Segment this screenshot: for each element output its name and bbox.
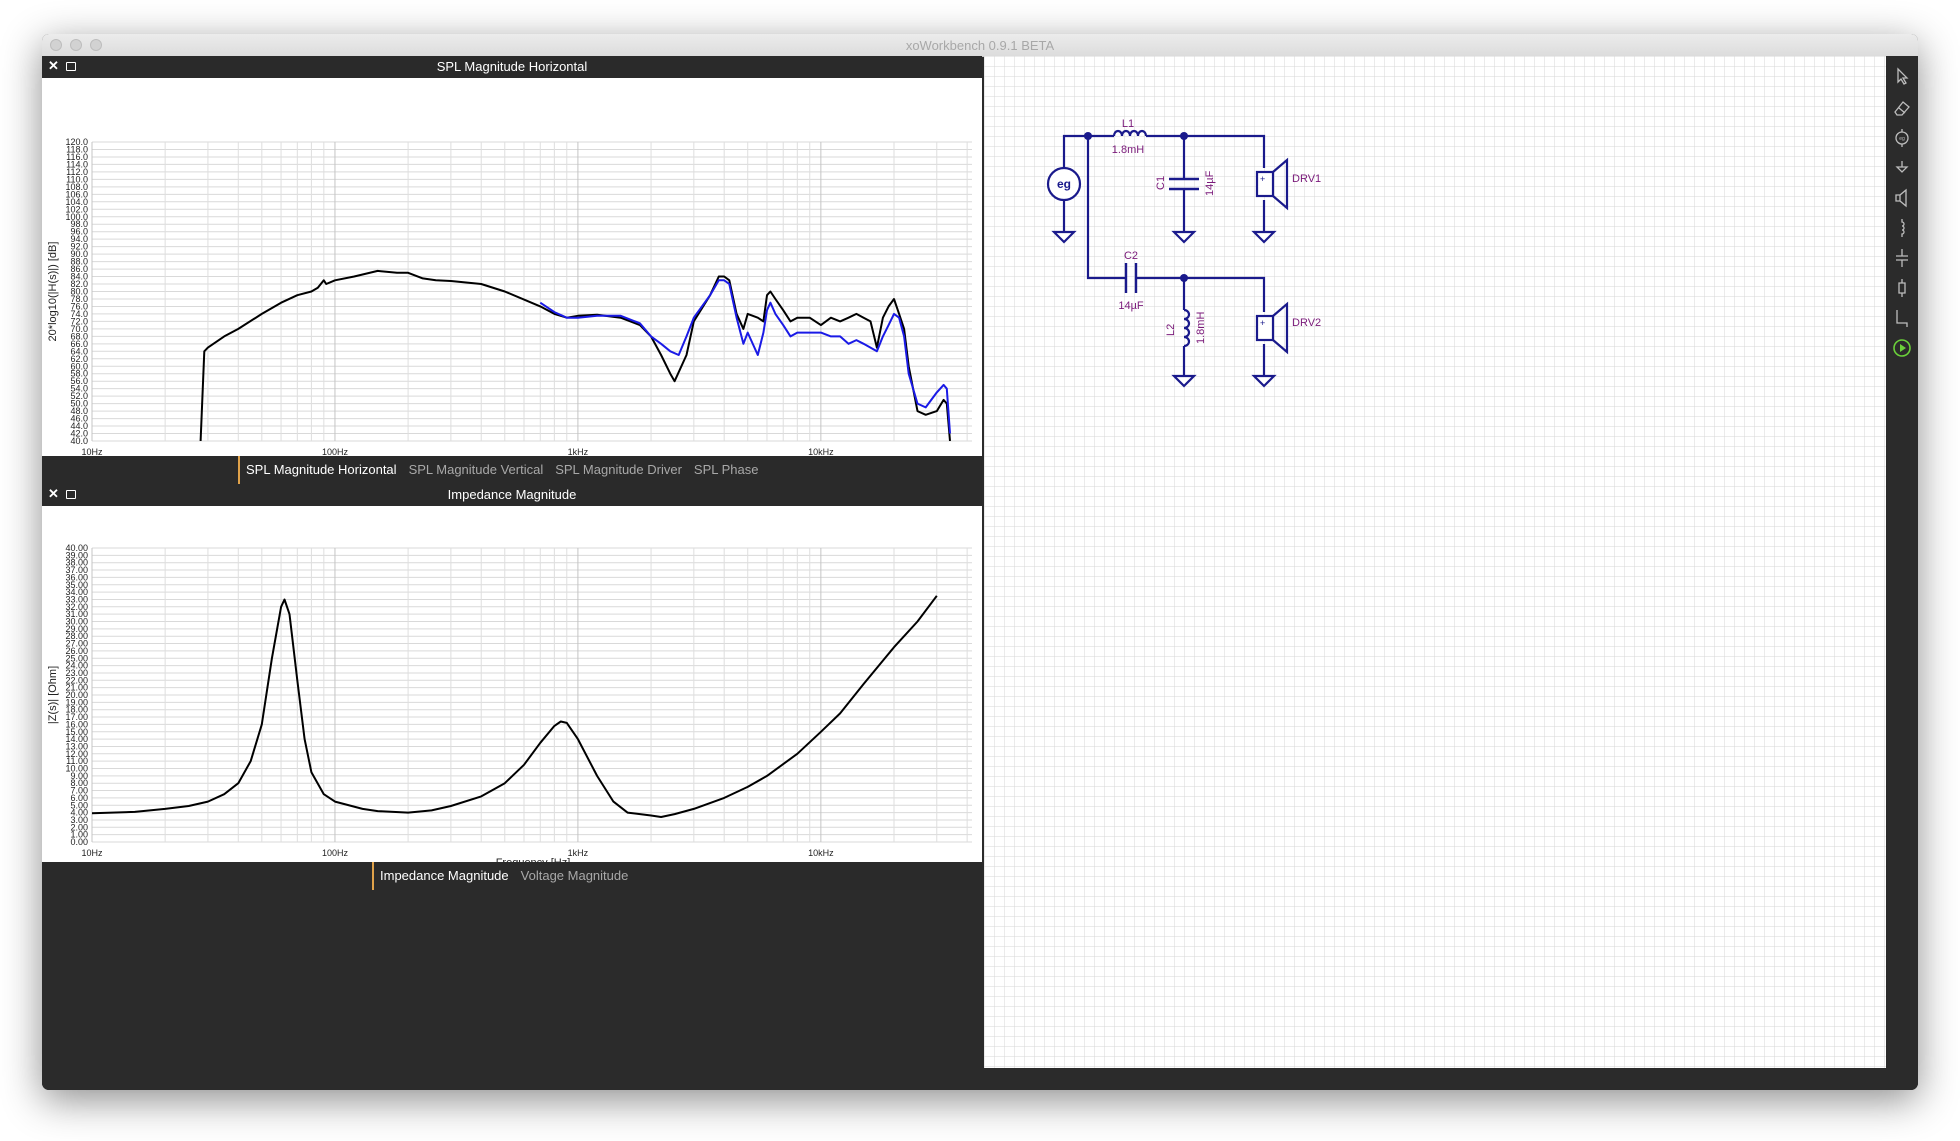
tab-impedance-magnitude[interactable]: Impedance Magnitude: [380, 868, 509, 883]
generator-label: eg: [1057, 177, 1071, 191]
imp-panel-title: Impedance Magnitude: [447, 487, 577, 502]
grid-lines: [91, 141, 972, 442]
wire-icon[interactable]: [1892, 308, 1912, 328]
speaker-icon[interactable]: [1892, 188, 1912, 208]
app-window: xoWorkbench 0.9.1 BETA ✕ SPL Magnitude H…: [42, 34, 1918, 1090]
generator-eg[interactable]: eg: [1046, 166, 1082, 202]
status-bar: [984, 1068, 1886, 1090]
tab-spl-phase[interactable]: SPL Phase: [694, 462, 759, 477]
drv1-label: DRV1: [1292, 173, 1321, 185]
impedance-plot-area[interactable]: 0.00 1.00 2.00 3.00 4.00 5.00 6.00 7.00 8.00 9.00…: [42, 506, 982, 869]
y-axis-label: |Z(s)| [Ohm]: [47, 666, 59, 724]
spl-plot-area[interactable]: 40.0 42.0 44.0 46.0 48.0 50.0 52.0 54.0 56.0 58.0…: [42, 78, 982, 468]
junction-dot: [1180, 132, 1188, 140]
svg-text:+: +: [1260, 318, 1265, 328]
tab-spl-magnitude-driver[interactable]: SPL Magnitude Driver: [555, 462, 682, 477]
svg-text:+: +: [1260, 174, 1265, 184]
c2-value: 14µF: [1118, 300, 1144, 312]
l1-value: 1.8mH: [1112, 144, 1144, 156]
schematic-svg[interactable]: eg L1 1.8mH C1 14µF C2 14µF L2 1.8mH + D…: [984, 56, 1886, 1068]
grid-background: [984, 56, 1886, 1068]
l1-label: L1: [1122, 118, 1134, 130]
series-line-1: [199, 269, 951, 441]
tab-spl-magnitude-vertical[interactable]: SPL Magnitude Vertical: [409, 462, 544, 477]
tab-spl-magnitude-horizontal[interactable]: SPL Magnitude Horizontal: [246, 462, 397, 477]
inductor-icon[interactable]: [1892, 218, 1912, 238]
svg-text:eg: eg: [1899, 136, 1905, 142]
resistor-icon[interactable]: [1892, 278, 1912, 298]
capacitor-icon[interactable]: [1892, 248, 1912, 268]
grid-lines: [91, 547, 972, 843]
spl-chart[interactable]: 40.042.044.046.048.050.052.054.056.058.0…: [42, 78, 982, 468]
generator-icon[interactable]: eg: [1892, 128, 1912, 148]
c1-label: C1: [1155, 176, 1167, 190]
title-bar: xoWorkbench 0.9.1 BETA: [42, 34, 1918, 57]
imp-panel-header: ✕ Impedance Magnitude: [42, 484, 982, 506]
c2-label: C2: [1124, 250, 1138, 262]
l2-value: 1.8mH: [1195, 312, 1207, 344]
ground-icon[interactable]: [1892, 158, 1912, 178]
spl-panel-title: SPL Magnitude Horizontal: [436, 59, 588, 74]
window-title: xoWorkbench 0.9.1 BETA: [905, 38, 1055, 53]
impedance-chart[interactable]: 0.001.002.003.004.005.006.007.008.009.00…: [42, 506, 982, 869]
eraser-icon[interactable]: [1892, 98, 1912, 118]
x-tick-label: 10kHz: [808, 447, 834, 456]
tab-voltage-magnitude[interactable]: Voltage Magnitude: [521, 868, 629, 883]
schematic-canvas[interactable]: eg L1 1.8mH C1 14µF C2 14µF L2 1.8mH + D…: [984, 56, 1886, 1068]
spl-panel-header: ✕ SPL Magnitude Horizontal: [42, 56, 982, 78]
junction-dot: [1084, 132, 1092, 140]
y-axis-label: 20*log10(|H(s)|) [dB]: [47, 242, 59, 342]
y-tick-label: 40.00: [65, 543, 88, 553]
x-tick-label: 1kHz: [568, 848, 589, 858]
junction-dot: [1180, 274, 1188, 282]
component-toolbar: eg: [1886, 56, 1918, 1090]
y-tick-label: 120.0: [65, 137, 88, 147]
imp-tab-bar: Impedance Magnitude Voltage Magnitude: [42, 862, 982, 890]
x-tick-label: 1kHz: [568, 447, 589, 456]
x-tick-label: 10kHz: [808, 848, 834, 858]
cursor-icon[interactable]: [1892, 66, 1912, 86]
spl-tab-bar: SPL Magnitude Horizontal SPL Magnitude Ve…: [42, 456, 982, 484]
run-icon[interactable]: [1892, 338, 1912, 358]
x-tick-label: 100Hz: [322, 447, 349, 456]
active-tab-marker: [372, 862, 374, 890]
x-tick-label: 100Hz: [322, 848, 349, 858]
active-tab-marker: [238, 456, 240, 484]
drv2-label: DRV2: [1292, 317, 1321, 329]
x-tick-label: 10Hz: [81, 447, 103, 456]
x-tick-label: 10Hz: [81, 848, 103, 858]
series-line-2: [539, 279, 951, 434]
c1-value: 14µF: [1204, 170, 1216, 196]
l2-label: L2: [1165, 324, 1177, 336]
panel-footer: [42, 890, 982, 1090]
